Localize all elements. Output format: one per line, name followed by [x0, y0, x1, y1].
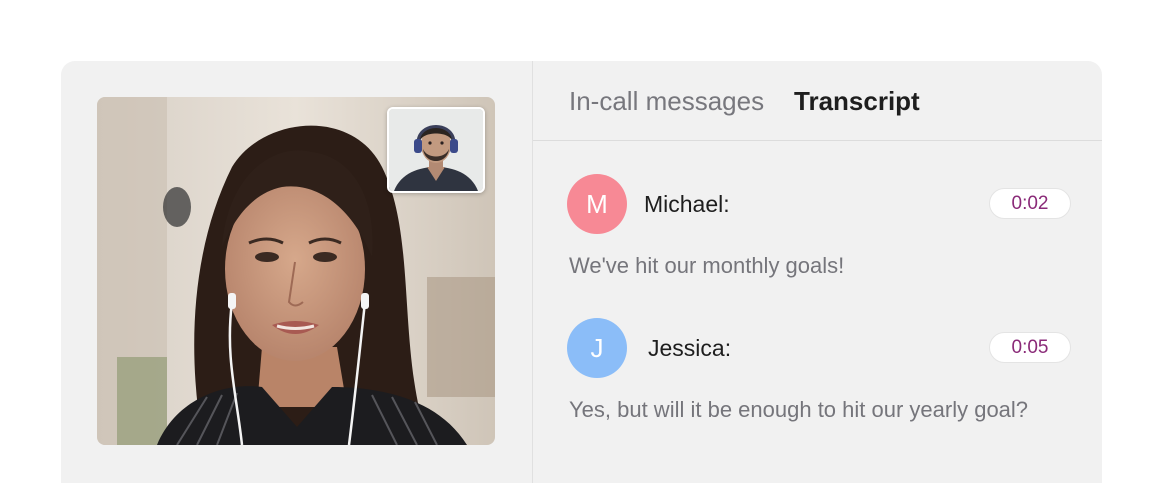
- speaker-name: Jessica:: [648, 335, 732, 361]
- timestamp-badge: 0:02: [989, 188, 1071, 219]
- call-panel: In-call messages Transcript M Michael: 0…: [61, 61, 1102, 483]
- speaker-name: Michael:: [644, 191, 730, 217]
- timestamp-badge: 0:05: [989, 332, 1071, 363]
- self-view-video[interactable]: [387, 107, 485, 193]
- transcript-entry: M Michael: 0:02 We've hit our monthly go…: [567, 174, 1071, 284]
- avatar: J: [567, 318, 627, 378]
- self-view-image: [389, 109, 483, 191]
- avatar: M: [567, 174, 627, 234]
- transcript-message: We've hit our monthly goals!: [569, 253, 845, 278]
- transcript-tabs: In-call messages Transcript: [533, 61, 1102, 141]
- transcript-entry: J Jessica: 0:05 Yes, but will it be enou…: [567, 318, 1071, 428]
- transcript-message: Yes, but will it be enough to hit our ye…: [569, 397, 1029, 422]
- tab-transcript[interactable]: Transcript: [794, 85, 920, 117]
- tab-in-call-messages[interactable]: In-call messages: [569, 85, 764, 117]
